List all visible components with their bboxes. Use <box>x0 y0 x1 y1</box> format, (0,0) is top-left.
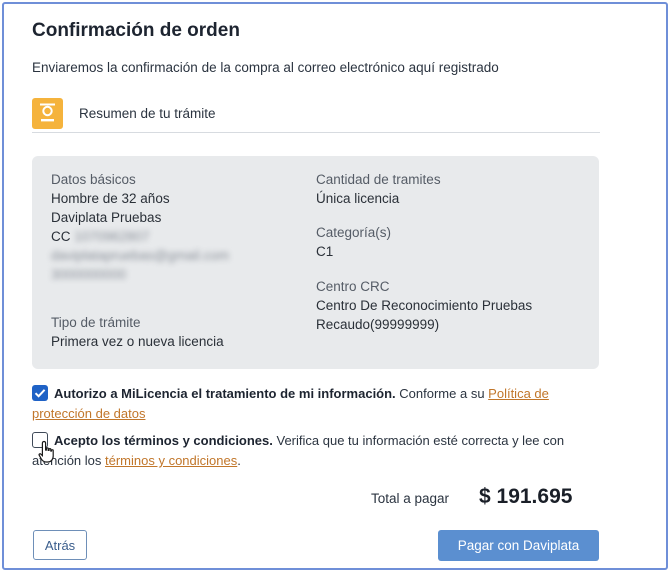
quantity-value: Única licencia <box>316 191 400 206</box>
document-type: CC <box>51 229 71 244</box>
certificate-icon <box>32 98 63 129</box>
pay-with-daviplata-button[interactable]: Pagar con Daviplata <box>438 530 599 561</box>
email-value: daviplatapruebas@gmail.com <box>51 248 230 263</box>
page-subtitle: Enviaremos la confirmación de la compra … <box>32 60 499 75</box>
summary-label: Resumen de tu trámite <box>79 106 216 121</box>
basic-data-label: Datos básicos <box>51 172 136 187</box>
terms-link[interactable]: términos y condiciones <box>105 453 237 468</box>
basic-data-column: Datos básicos Hombre de 32 años Daviplat… <box>51 170 301 351</box>
data-policy-text: Conforme a su <box>395 386 489 401</box>
total-label: Total a pagar <box>371 491 450 506</box>
terms-end: . <box>237 453 241 468</box>
center-name: Centro De Reconocimiento Pruebas <box>316 298 533 313</box>
data-policy-consent: Autorizo a MiLicencia el tratamiento de … <box>32 384 612 424</box>
back-button[interactable]: Atrás <box>33 530 87 560</box>
confirmation-dialog: Confirmación de orden Enviaremos la conf… <box>2 2 668 570</box>
person-description: Hombre de 32 años <box>51 191 170 206</box>
total-amount: $ 191.695 <box>479 485 573 508</box>
terms-consent: Acepto los términos y condiciones. Verif… <box>32 431 612 471</box>
procedure-type-value: Primera vez o nueva licencia <box>51 334 224 349</box>
data-policy-checkbox[interactable] <box>32 385 48 401</box>
document-number: 1070962807 <box>74 229 150 244</box>
category-value: C1 <box>316 244 334 259</box>
data-policy-bold-text: Autorizo a MiLicencia el tratamiento de … <box>54 386 396 401</box>
center-label: Centro CRC <box>316 279 390 294</box>
category-label: Categoría(s) <box>316 225 392 240</box>
full-name: Daviplata Pruebas <box>51 210 162 225</box>
procedure-column: Cantidad de tramites Única licencia Cate… <box>316 170 586 334</box>
center-code: Recaudo(99999999) <box>316 317 440 332</box>
phone-value: 3000000000 <box>51 267 127 282</box>
summary-header: Resumen de tu trámite <box>32 98 600 133</box>
document-row: CC 1070962807 <box>51 227 301 246</box>
quantity-label: Cantidad de tramites <box>316 172 441 187</box>
procedure-type-label: Tipo de trámite <box>51 315 141 330</box>
order-summary-card: Datos básicos Hombre de 32 años Daviplat… <box>32 156 599 369</box>
hand-cursor-icon <box>38 440 54 463</box>
terms-bold-text: Acepto los términos y condiciones. <box>54 433 273 448</box>
page-title: Confirmación de orden <box>32 20 240 41</box>
